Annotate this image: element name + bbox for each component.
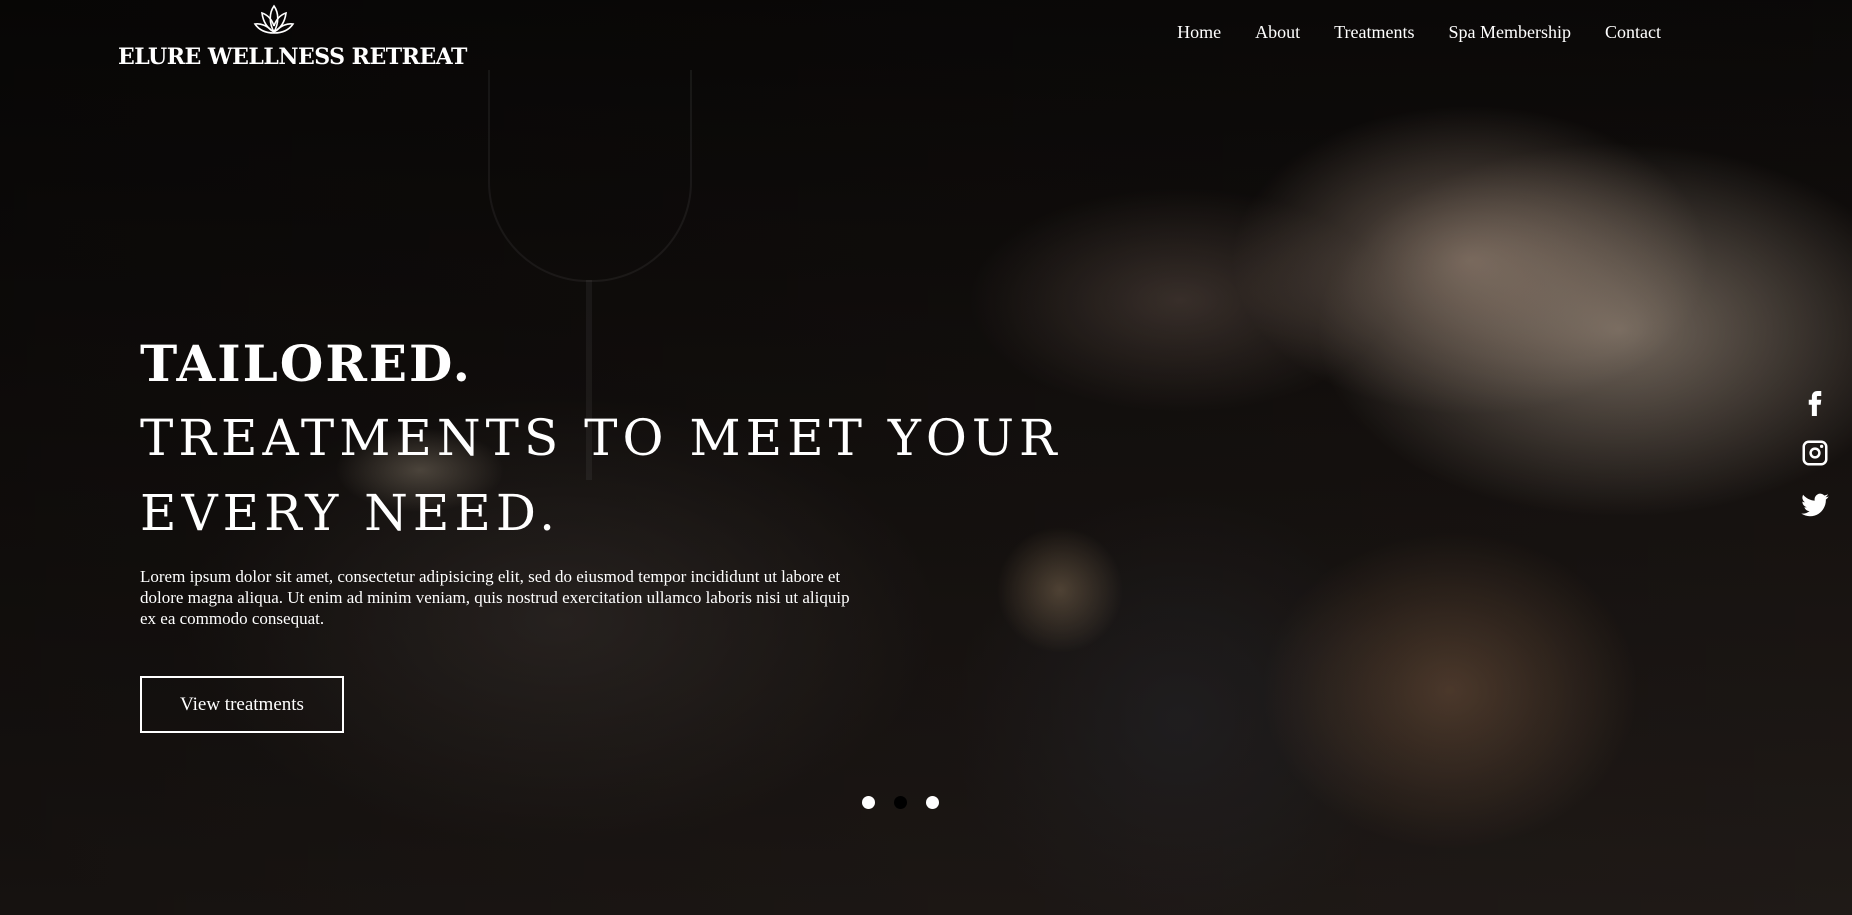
nav-item-spa-membership[interactable]: Spa Membership <box>1449 22 1571 43</box>
wine-glass-shape <box>488 70 692 282</box>
view-treatments-button[interactable]: View treatments <box>140 676 344 733</box>
lotus-icon <box>253 4 295 34</box>
hero-description: Lorem ipsum dolor sit amet, consectetur … <box>140 567 850 628</box>
hero-headline: TAILORED. TREATMENTS TO MEET YOUR EVERY … <box>140 326 1062 551</box>
headline-line-1: TAILORED. <box>140 334 473 393</box>
social-links <box>1800 386 1830 520</box>
twitter-link[interactable] <box>1800 490 1830 520</box>
nav-item-about[interactable]: About <box>1255 22 1300 43</box>
headline-line-2: TREATMENTS TO MEET YOUR <box>140 409 1062 467</box>
hero-section: ELURE WELLNESS RETREAT Home About Treatm… <box>0 0 1852 915</box>
carousel-dots <box>862 796 939 809</box>
facebook-icon <box>1808 391 1822 416</box>
carousel-dot-1[interactable] <box>862 796 875 809</box>
carousel-dot-2-active[interactable] <box>894 796 907 809</box>
facebook-link[interactable] <box>1800 386 1830 416</box>
main-nav: Home About Treatments Spa Membership Con… <box>1177 22 1661 43</box>
carousel-dot-3[interactable] <box>926 796 939 809</box>
instagram-icon <box>1802 440 1828 466</box>
twitter-icon <box>1801 493 1829 517</box>
instagram-link[interactable] <box>1800 438 1830 468</box>
headline-line-3: EVERY NEED. <box>140 484 561 542</box>
nav-item-contact[interactable]: Contact <box>1605 22 1661 43</box>
brand-logo-link[interactable]: ELURE WELLNESS RETREAT <box>118 0 467 70</box>
nav-item-treatments[interactable]: Treatments <box>1334 22 1414 43</box>
nav-item-home[interactable]: Home <box>1177 22 1221 43</box>
brand-name: ELURE WELLNESS RETREAT <box>118 44 467 70</box>
